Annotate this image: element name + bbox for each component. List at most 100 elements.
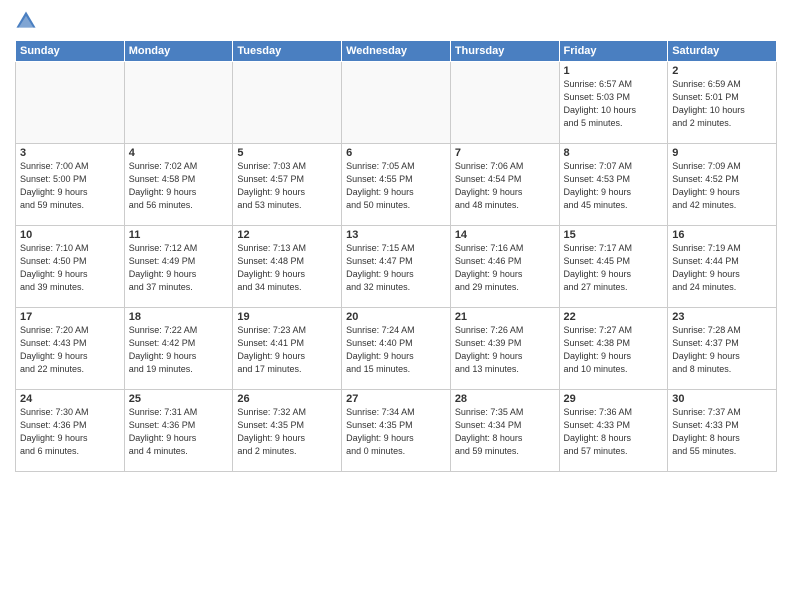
- day-number: 4: [129, 147, 229, 159]
- calendar-week-2: 3Sunrise: 7:00 AM Sunset: 5:00 PM Daylig…: [16, 144, 777, 226]
- day-number: 17: [20, 311, 120, 323]
- calendar-cell-1-1: 4Sunrise: 7:02 AM Sunset: 4:58 PM Daylig…: [124, 144, 233, 226]
- calendar-cell-1-6: 9Sunrise: 7:09 AM Sunset: 4:52 PM Daylig…: [668, 144, 777, 226]
- day-number: 27: [346, 393, 446, 405]
- calendar-cell-0-3: [342, 62, 451, 144]
- day-info: Sunrise: 6:59 AM Sunset: 5:01 PM Dayligh…: [672, 78, 772, 130]
- calendar-header-row: SundayMondayTuesdayWednesdayThursdayFrid…: [16, 41, 777, 62]
- day-number: 18: [129, 311, 229, 323]
- day-info: Sunrise: 7:03 AM Sunset: 4:57 PM Dayligh…: [237, 160, 337, 212]
- day-info: Sunrise: 7:02 AM Sunset: 4:58 PM Dayligh…: [129, 160, 229, 212]
- day-info: Sunrise: 7:20 AM Sunset: 4:43 PM Dayligh…: [20, 324, 120, 376]
- day-info: Sunrise: 7:10 AM Sunset: 4:50 PM Dayligh…: [20, 242, 120, 294]
- calendar-cell-4-4: 28Sunrise: 7:35 AM Sunset: 4:34 PM Dayli…: [450, 390, 559, 472]
- day-info: Sunrise: 7:17 AM Sunset: 4:45 PM Dayligh…: [564, 242, 664, 294]
- calendar-cell-4-3: 27Sunrise: 7:34 AM Sunset: 4:35 PM Dayli…: [342, 390, 451, 472]
- calendar-cell-4-6: 30Sunrise: 7:37 AM Sunset: 4:33 PM Dayli…: [668, 390, 777, 472]
- page: SundayMondayTuesdayWednesdayThursdayFrid…: [0, 0, 792, 612]
- calendar-cell-1-0: 3Sunrise: 7:00 AM Sunset: 5:00 PM Daylig…: [16, 144, 125, 226]
- day-number: 13: [346, 229, 446, 241]
- calendar-header-saturday: Saturday: [668, 41, 777, 62]
- day-number: 10: [20, 229, 120, 241]
- day-info: Sunrise: 7:37 AM Sunset: 4:33 PM Dayligh…: [672, 406, 772, 458]
- day-info: Sunrise: 7:22 AM Sunset: 4:42 PM Dayligh…: [129, 324, 229, 376]
- day-number: 6: [346, 147, 446, 159]
- day-info: Sunrise: 7:12 AM Sunset: 4:49 PM Dayligh…: [129, 242, 229, 294]
- calendar-cell-2-6: 16Sunrise: 7:19 AM Sunset: 4:44 PM Dayli…: [668, 226, 777, 308]
- day-info: Sunrise: 7:19 AM Sunset: 4:44 PM Dayligh…: [672, 242, 772, 294]
- day-number: 9: [672, 147, 772, 159]
- day-info: Sunrise: 7:15 AM Sunset: 4:47 PM Dayligh…: [346, 242, 446, 294]
- calendar-cell-4-0: 24Sunrise: 7:30 AM Sunset: 4:36 PM Dayli…: [16, 390, 125, 472]
- day-info: Sunrise: 7:16 AM Sunset: 4:46 PM Dayligh…: [455, 242, 555, 294]
- calendar-cell-0-0: [16, 62, 125, 144]
- calendar-cell-4-1: 25Sunrise: 7:31 AM Sunset: 4:36 PM Dayli…: [124, 390, 233, 472]
- calendar-cell-1-4: 7Sunrise: 7:06 AM Sunset: 4:54 PM Daylig…: [450, 144, 559, 226]
- day-number: 15: [564, 229, 664, 241]
- day-number: 23: [672, 311, 772, 323]
- calendar-cell-0-1: [124, 62, 233, 144]
- calendar-week-1: 1Sunrise: 6:57 AM Sunset: 5:03 PM Daylig…: [16, 62, 777, 144]
- calendar-cell-0-4: [450, 62, 559, 144]
- day-number: 1: [564, 65, 664, 77]
- calendar-cell-3-1: 18Sunrise: 7:22 AM Sunset: 4:42 PM Dayli…: [124, 308, 233, 390]
- calendar-cell-0-5: 1Sunrise: 6:57 AM Sunset: 5:03 PM Daylig…: [559, 62, 668, 144]
- calendar-cell-1-5: 8Sunrise: 7:07 AM Sunset: 4:53 PM Daylig…: [559, 144, 668, 226]
- calendar-cell-1-3: 6Sunrise: 7:05 AM Sunset: 4:55 PM Daylig…: [342, 144, 451, 226]
- calendar-cell-2-5: 15Sunrise: 7:17 AM Sunset: 4:45 PM Dayli…: [559, 226, 668, 308]
- day-number: 29: [564, 393, 664, 405]
- day-number: 20: [346, 311, 446, 323]
- calendar-cell-3-2: 19Sunrise: 7:23 AM Sunset: 4:41 PM Dayli…: [233, 308, 342, 390]
- calendar-cell-2-2: 12Sunrise: 7:13 AM Sunset: 4:48 PM Dayli…: [233, 226, 342, 308]
- calendar-cell-1-2: 5Sunrise: 7:03 AM Sunset: 4:57 PM Daylig…: [233, 144, 342, 226]
- day-number: 12: [237, 229, 337, 241]
- calendar-header-tuesday: Tuesday: [233, 41, 342, 62]
- calendar-cell-0-2: [233, 62, 342, 144]
- day-number: 14: [455, 229, 555, 241]
- calendar-cell-3-3: 20Sunrise: 7:24 AM Sunset: 4:40 PM Dayli…: [342, 308, 451, 390]
- calendar-cell-3-6: 23Sunrise: 7:28 AM Sunset: 4:37 PM Dayli…: [668, 308, 777, 390]
- day-number: 24: [20, 393, 120, 405]
- day-number: 5: [237, 147, 337, 159]
- day-info: Sunrise: 7:00 AM Sunset: 5:00 PM Dayligh…: [20, 160, 120, 212]
- logo-icon: [15, 10, 37, 32]
- calendar-cell-3-4: 21Sunrise: 7:26 AM Sunset: 4:39 PM Dayli…: [450, 308, 559, 390]
- day-number: 3: [20, 147, 120, 159]
- day-info: Sunrise: 7:05 AM Sunset: 4:55 PM Dayligh…: [346, 160, 446, 212]
- calendar-cell-4-5: 29Sunrise: 7:36 AM Sunset: 4:33 PM Dayli…: [559, 390, 668, 472]
- calendar-header-sunday: Sunday: [16, 41, 125, 62]
- calendar-week-4: 17Sunrise: 7:20 AM Sunset: 4:43 PM Dayli…: [16, 308, 777, 390]
- calendar-table: SundayMondayTuesdayWednesdayThursdayFrid…: [15, 40, 777, 472]
- day-info: Sunrise: 7:06 AM Sunset: 4:54 PM Dayligh…: [455, 160, 555, 212]
- calendar-cell-3-0: 17Sunrise: 7:20 AM Sunset: 4:43 PM Dayli…: [16, 308, 125, 390]
- day-info: Sunrise: 7:32 AM Sunset: 4:35 PM Dayligh…: [237, 406, 337, 458]
- day-info: Sunrise: 7:23 AM Sunset: 4:41 PM Dayligh…: [237, 324, 337, 376]
- calendar-cell-4-2: 26Sunrise: 7:32 AM Sunset: 4:35 PM Dayli…: [233, 390, 342, 472]
- calendar-week-5: 24Sunrise: 7:30 AM Sunset: 4:36 PM Dayli…: [16, 390, 777, 472]
- day-info: Sunrise: 7:27 AM Sunset: 4:38 PM Dayligh…: [564, 324, 664, 376]
- day-number: 8: [564, 147, 664, 159]
- day-number: 21: [455, 311, 555, 323]
- day-number: 26: [237, 393, 337, 405]
- day-info: Sunrise: 7:31 AM Sunset: 4:36 PM Dayligh…: [129, 406, 229, 458]
- calendar-header-friday: Friday: [559, 41, 668, 62]
- day-number: 22: [564, 311, 664, 323]
- calendar-header-wednesday: Wednesday: [342, 41, 451, 62]
- logo: [15, 10, 41, 32]
- day-info: Sunrise: 7:26 AM Sunset: 4:39 PM Dayligh…: [455, 324, 555, 376]
- day-info: Sunrise: 7:36 AM Sunset: 4:33 PM Dayligh…: [564, 406, 664, 458]
- day-number: 11: [129, 229, 229, 241]
- calendar-cell-0-6: 2Sunrise: 6:59 AM Sunset: 5:01 PM Daylig…: [668, 62, 777, 144]
- day-number: 28: [455, 393, 555, 405]
- calendar-header-monday: Monday: [124, 41, 233, 62]
- calendar-cell-2-4: 14Sunrise: 7:16 AM Sunset: 4:46 PM Dayli…: [450, 226, 559, 308]
- calendar-week-3: 10Sunrise: 7:10 AM Sunset: 4:50 PM Dayli…: [16, 226, 777, 308]
- day-info: Sunrise: 7:07 AM Sunset: 4:53 PM Dayligh…: [564, 160, 664, 212]
- day-info: Sunrise: 7:28 AM Sunset: 4:37 PM Dayligh…: [672, 324, 772, 376]
- calendar-cell-2-0: 10Sunrise: 7:10 AM Sunset: 4:50 PM Dayli…: [16, 226, 125, 308]
- calendar-header-thursday: Thursday: [450, 41, 559, 62]
- day-info: Sunrise: 7:24 AM Sunset: 4:40 PM Dayligh…: [346, 324, 446, 376]
- day-info: Sunrise: 7:30 AM Sunset: 4:36 PM Dayligh…: [20, 406, 120, 458]
- day-number: 19: [237, 311, 337, 323]
- day-number: 30: [672, 393, 772, 405]
